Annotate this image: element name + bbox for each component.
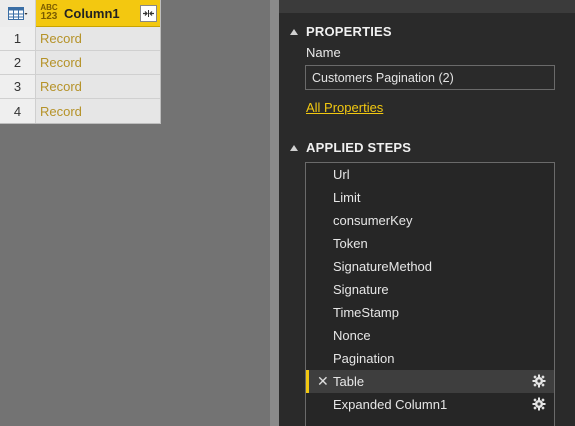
applied-step-item[interactable]: TimeStamp xyxy=(306,301,554,324)
record-link[interactable]: Record xyxy=(36,75,160,98)
gear-icon[interactable] xyxy=(532,397,546,411)
row-number: 2 xyxy=(0,51,36,74)
table-menu-button[interactable] xyxy=(0,0,36,27)
applied-step-item[interactable]: Nonce xyxy=(306,324,554,347)
table-row[interactable]: 4 Record xyxy=(0,99,160,123)
expand-column-icon[interactable] xyxy=(140,5,157,22)
applied-step-label: TimeStamp xyxy=(333,305,399,320)
name-label: Name xyxy=(306,45,341,60)
applied-step-label: Signature xyxy=(333,282,389,297)
row-number: 1 xyxy=(0,27,36,50)
applied-step-item[interactable]: Pagination xyxy=(306,347,554,370)
applied-step-label: Nonce xyxy=(333,328,371,343)
applied-steps-section-header[interactable]: APPLIED STEPS xyxy=(290,140,411,155)
applied-steps-title: APPLIED STEPS xyxy=(306,140,412,155)
applied-step-item[interactable]: SignatureMethod xyxy=(306,255,554,278)
applied-step-label: Url xyxy=(333,167,350,182)
triangle-collapse-icon[interactable] xyxy=(290,144,298,151)
applied-step-item[interactable]: Url xyxy=(306,163,554,186)
properties-title: PROPERTIES xyxy=(306,24,392,39)
record-link[interactable]: Record xyxy=(36,27,160,50)
table-row[interactable]: 2 Record xyxy=(0,51,160,75)
applied-steps-list: Url Limit consumerKey Token SignatureMethod S… xyxy=(305,162,555,426)
data-preview-area: ABC 123 Column1 1 Record 2 Record 3 Record 4 Re… xyxy=(0,0,270,426)
gear-icon[interactable] xyxy=(532,374,546,388)
applied-step-item[interactable]: Signature xyxy=(306,278,554,301)
row-number: 3 xyxy=(0,75,36,98)
applied-step-item[interactable]: consumerKey xyxy=(306,209,554,232)
table-row[interactable]: 3 Record xyxy=(0,75,160,99)
all-properties-link[interactable]: All Properties xyxy=(306,100,383,115)
table-row[interactable]: 1 Record xyxy=(0,27,160,51)
applied-step-label: Token xyxy=(333,236,368,251)
properties-section-header[interactable]: PROPERTIES xyxy=(290,24,392,39)
pane-header-bar xyxy=(279,0,575,13)
grid-header: ABC 123 Column1 xyxy=(0,0,160,27)
query-name-input[interactable]: Customers Pagination (2) xyxy=(305,65,555,90)
close-icon[interactable]: ✕ xyxy=(317,373,329,389)
table-icon xyxy=(7,6,27,20)
applied-step-label: consumerKey xyxy=(333,213,413,228)
applied-step-label: Table xyxy=(333,374,365,389)
triangle-collapse-icon[interactable] xyxy=(290,28,298,35)
applied-step-label: Limit xyxy=(333,190,361,205)
applied-step-item[interactable]: Limit xyxy=(306,186,554,209)
applied-step-item[interactable]: Token xyxy=(306,232,554,255)
pane-splitter[interactable] xyxy=(270,0,279,426)
applied-step-item[interactable]: ✕ Table xyxy=(306,370,554,393)
record-link[interactable]: Record xyxy=(36,99,160,123)
query-settings-pane: PROPERTIES Name Customers Pagination (2)… xyxy=(279,0,575,426)
column-header-column1[interactable]: ABC 123 Column1 xyxy=(36,0,160,26)
applied-step-item[interactable]: Expanded Column1 xyxy=(306,393,554,416)
record-link[interactable]: Record xyxy=(36,51,160,74)
any-type-icon[interactable]: ABC 123 xyxy=(38,4,60,22)
column-name: Column1 xyxy=(64,5,120,21)
grid-body: 1 Record 2 Record 3 Record 4 Record xyxy=(0,27,160,123)
applied-step-label: Expanded Column1 xyxy=(333,397,448,412)
data-grid: ABC 123 Column1 1 Record 2 Record 3 Record 4 Re… xyxy=(0,0,161,124)
applied-step-label: SignatureMethod xyxy=(333,259,433,274)
applied-step-label: Pagination xyxy=(333,351,395,366)
row-number: 4 xyxy=(0,99,36,123)
